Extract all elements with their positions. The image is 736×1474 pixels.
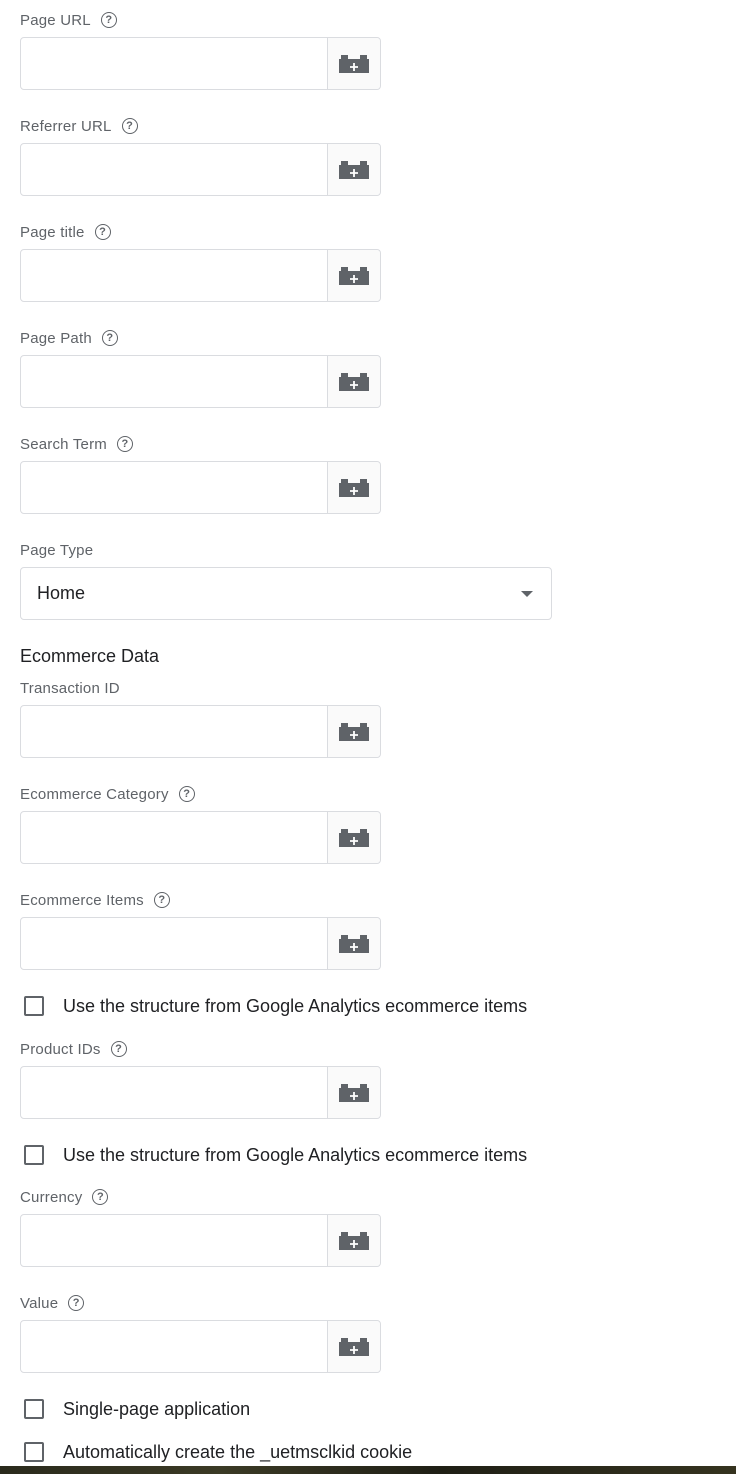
ecommerce-category-field xyxy=(20,811,381,864)
page-path-label-text: Page Path xyxy=(20,329,92,347)
dropdown-arrow-icon xyxy=(521,590,533,597)
ecommerce-items-variable-button[interactable] xyxy=(327,918,380,969)
referrer-url-input[interactable] xyxy=(21,144,327,195)
transaction-id-variable-button[interactable] xyxy=(327,706,380,757)
transaction-id-field xyxy=(20,705,381,758)
page-url-label: Page URL ? xyxy=(20,10,117,30)
add-variable-icon xyxy=(339,722,369,741)
value-input[interactable] xyxy=(21,1321,327,1372)
currency-label-text: Currency xyxy=(20,1188,83,1206)
currency-label: Currency ? xyxy=(20,1187,109,1207)
product-ids-label: Product IDs ? xyxy=(20,1039,127,1059)
help-icon[interactable]: ? xyxy=(121,118,138,134)
add-variable-icon xyxy=(339,478,369,497)
search-term-label: Search Term ? xyxy=(20,434,133,454)
background-strip xyxy=(0,1466,736,1474)
value-field xyxy=(20,1320,381,1373)
add-variable-icon xyxy=(339,1231,369,1250)
single-page-app-label: Single-page application xyxy=(63,1398,251,1419)
product-ids-input[interactable] xyxy=(21,1067,327,1118)
search-term-label-text: Search Term xyxy=(20,435,107,453)
product-ids-field xyxy=(20,1066,381,1119)
value-variable-button[interactable] xyxy=(327,1321,380,1372)
page-type-label-text: Page Type xyxy=(20,541,94,559)
page-title-variable-button[interactable] xyxy=(327,250,380,301)
transaction-id-label-text: Transaction ID xyxy=(20,679,120,697)
value-label-text: Value xyxy=(20,1294,59,1312)
help-icon[interactable]: ? xyxy=(178,786,195,802)
help-icon[interactable]: ? xyxy=(94,224,111,240)
add-variable-icon xyxy=(339,372,369,391)
help-icon[interactable]: ? xyxy=(100,12,117,28)
auto-uetmsclkid-label: Automatically create the _uetmsclkid coo… xyxy=(63,1441,413,1462)
add-variable-icon xyxy=(339,54,369,73)
ecommerce-section-title: Ecommerce Data xyxy=(20,646,160,666)
auto-uetmsclkid-checkbox-row[interactable]: Automatically create the _uetmsclkid coo… xyxy=(24,1440,412,1464)
auto-uetmsclkid-checkbox[interactable] xyxy=(24,1442,44,1462)
product-ids-label-text: Product IDs xyxy=(20,1040,101,1058)
help-icon[interactable]: ? xyxy=(116,436,133,452)
ecommerce-category-label: Ecommerce Category ? xyxy=(20,784,195,804)
ga-structure-product-ids-checkbox[interactable] xyxy=(24,1145,44,1165)
page-type-label: Page Type xyxy=(20,540,93,560)
referrer-url-field xyxy=(20,143,381,196)
page-url-label-text: Page URL xyxy=(20,11,91,29)
value-label: Value ? xyxy=(20,1293,85,1313)
page-url-field xyxy=(20,37,381,90)
add-variable-icon xyxy=(339,1083,369,1102)
page-title-label: Page title ? xyxy=(20,222,111,242)
help-icon[interactable]: ? xyxy=(110,1041,127,1057)
page-type-selected-value: Home xyxy=(37,583,86,603)
page-type-select[interactable]: Home xyxy=(20,567,552,620)
currency-variable-button[interactable] xyxy=(327,1215,380,1266)
add-variable-icon xyxy=(339,934,369,953)
ga-structure-product-ids-label: Use the structure from Google Analytics … xyxy=(63,1144,528,1165)
ecommerce-items-field xyxy=(20,917,381,970)
page-path-label: Page Path ? xyxy=(20,328,118,348)
page-url-input[interactable] xyxy=(21,38,327,89)
search-term-variable-button[interactable] xyxy=(327,462,380,513)
currency-field xyxy=(20,1214,381,1267)
ecommerce-category-label-text: Ecommerce Category xyxy=(20,785,169,803)
help-icon[interactable]: ? xyxy=(101,330,118,346)
transaction-id-label: Transaction ID xyxy=(20,678,120,698)
search-term-input[interactable] xyxy=(21,462,327,513)
ecommerce-items-input[interactable] xyxy=(21,918,327,969)
referrer-url-label-text: Referrer URL xyxy=(20,117,112,135)
page-path-input[interactable] xyxy=(21,356,327,407)
referrer-url-variable-button[interactable] xyxy=(327,144,380,195)
add-variable-icon xyxy=(339,266,369,285)
ecommerce-items-label: Ecommerce Items ? xyxy=(20,890,170,910)
add-variable-icon xyxy=(339,828,369,847)
single-page-app-checkbox[interactable] xyxy=(24,1399,44,1419)
page-title-field xyxy=(20,249,381,302)
add-variable-icon xyxy=(339,160,369,179)
page-path-variable-button[interactable] xyxy=(327,356,380,407)
help-icon[interactable]: ? xyxy=(153,892,170,908)
transaction-id-input[interactable] xyxy=(21,706,327,757)
page-title-input[interactable] xyxy=(21,250,327,301)
single-page-app-checkbox-row[interactable]: Single-page application xyxy=(24,1397,250,1421)
ga-structure-items-checkbox[interactable] xyxy=(24,996,44,1016)
page-title-label-text: Page title xyxy=(20,223,85,241)
add-variable-icon xyxy=(339,1337,369,1356)
page-path-field xyxy=(20,355,381,408)
page-url-variable-button[interactable] xyxy=(327,38,380,89)
ga-structure-items-label: Use the structure from Google Analytics … xyxy=(63,995,528,1016)
currency-input[interactable] xyxy=(21,1215,327,1266)
ecommerce-items-label-text: Ecommerce Items xyxy=(20,891,144,909)
help-icon[interactable]: ? xyxy=(68,1295,85,1311)
search-term-field xyxy=(20,461,381,514)
help-icon[interactable]: ? xyxy=(92,1189,109,1205)
ecommerce-category-variable-button[interactable] xyxy=(327,812,380,863)
ga-structure-product-ids-checkbox-row[interactable]: Use the structure from Google Analytics … xyxy=(24,1143,527,1167)
ecommerce-category-input[interactable] xyxy=(21,812,327,863)
product-ids-variable-button[interactable] xyxy=(327,1067,380,1118)
referrer-url-label: Referrer URL ? xyxy=(20,116,138,136)
ga-structure-items-checkbox-row[interactable]: Use the structure from Google Analytics … xyxy=(24,994,527,1018)
